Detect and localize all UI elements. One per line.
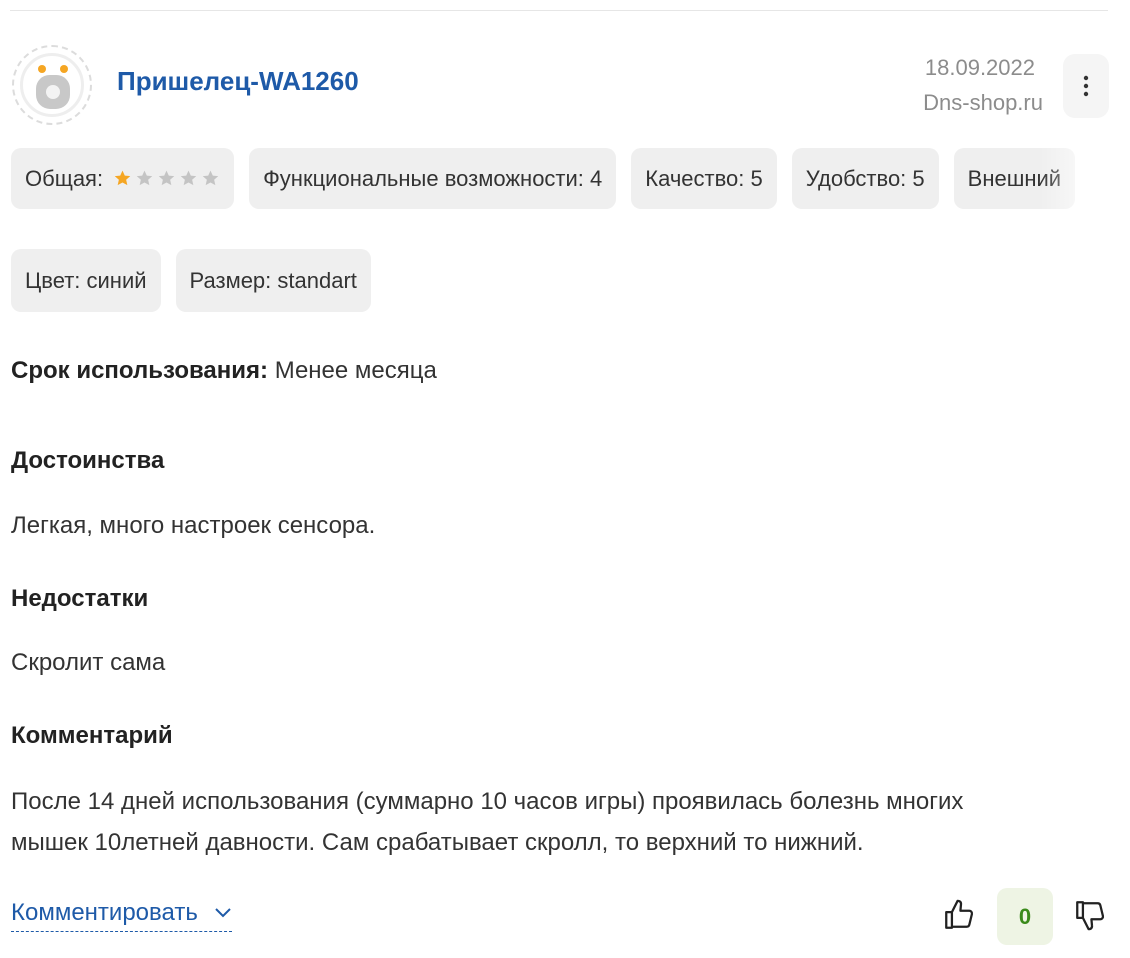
more-options-button[interactable] — [1063, 54, 1109, 118]
comment-title: Комментарий — [11, 722, 173, 749]
comment-text: После 14 дней использования (суммарно 10… — [11, 781, 1111, 863]
thumb-up-icon[interactable] — [942, 898, 976, 932]
star-icon — [202, 170, 219, 186]
review-source: Dns-shop.ru — [923, 90, 1043, 115]
rating-chip-overall: Общая: — [11, 148, 235, 209]
comment-link[interactable]: Комментировать — [11, 899, 232, 932]
usage-period-value: Менее месяца — [274, 357, 437, 384]
review-date: 18.09.2022 — [924, 55, 1035, 80]
avatar-antenna-right — [60, 65, 68, 73]
pros-text: Легкая, много настроек сенсора. — [11, 512, 376, 539]
star-icon — [158, 170, 175, 186]
top-divider — [10, 10, 1108, 11]
cons-text: Скролит сама — [11, 649, 166, 676]
thumb-down-icon[interactable] — [1073, 898, 1107, 932]
star-rating — [113, 169, 220, 188]
avatar-antenna-left — [38, 65, 46, 73]
avatar-eye — [46, 85, 60, 99]
comment-link-label: Комментировать — [11, 899, 198, 926]
vote-count-badge: 0 — [997, 888, 1053, 945]
cons-title: Недостатки — [11, 585, 149, 612]
rating-chips: Общая: Функциональные возможности: 4 Кач… — [11, 148, 1109, 209]
more-vertical-icon — [1083, 75, 1089, 97]
rating-chip-appearance: Внешний — [953, 148, 1076, 209]
star-icon — [136, 170, 153, 186]
rating-overall-label: Общая: — [25, 165, 104, 191]
comment-text-line-2: мышек 10летней давности. Сам срабатывает… — [11, 829, 864, 856]
author-name[interactable]: Пришелец-WA1260 — [117, 66, 359, 97]
avatar[interactable] — [12, 45, 92, 125]
usage-period: Срок использования: Менее месяца — [11, 357, 437, 385]
rating-chip-quality: Качество: 5 — [631, 148, 777, 209]
star-icon — [114, 170, 131, 186]
star-icon — [180, 170, 197, 186]
rating-chip-convenience: Удобство: 5 — [791, 148, 939, 209]
usage-period-label: Срок использования: — [11, 357, 269, 384]
comment-text-line-1: После 14 дней использования (суммарно 10… — [11, 788, 964, 815]
rating-chip-functionality: Функциональные возможности: 4 — [249, 148, 617, 209]
attribute-chip-size: Размер: standart — [175, 249, 371, 312]
chevron-down-icon — [215, 908, 231, 918]
pros-title: Достоинства — [11, 447, 165, 474]
attribute-chips: Цвет: синий Размер: standart — [11, 249, 371, 312]
attribute-chip-color: Цвет: синий — [11, 249, 161, 312]
